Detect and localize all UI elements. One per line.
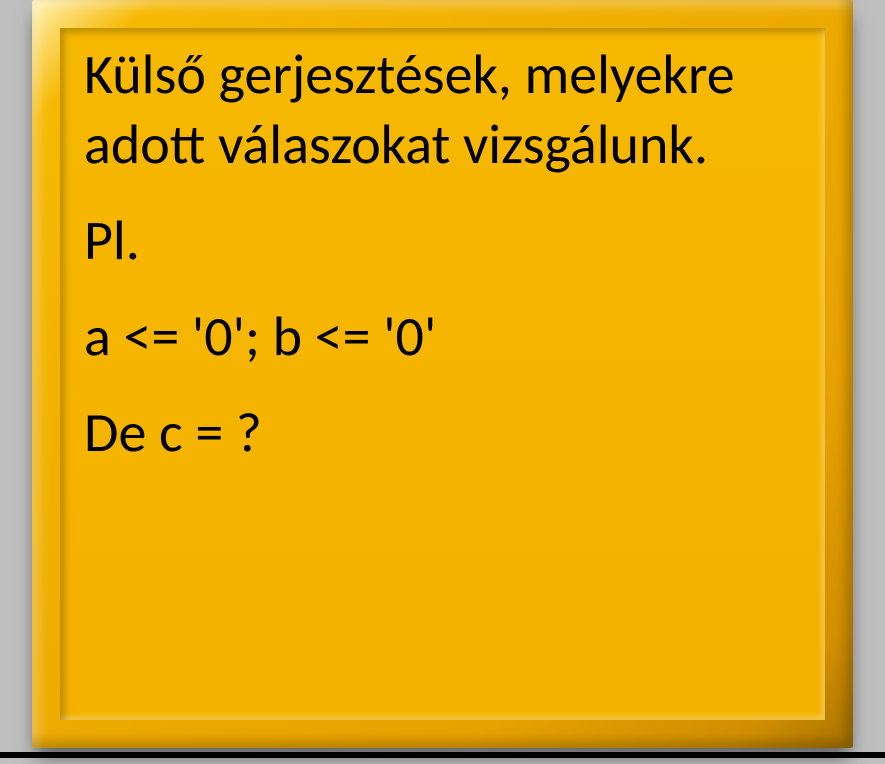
slide-content: Külső gerjesztések, melyekre adott válas… bbox=[84, 40, 805, 710]
slide-container: Külső gerjesztések, melyekre adott válas… bbox=[0, 0, 885, 758]
text-paragraph-2: Pl. bbox=[84, 206, 805, 276]
text-paragraph-4: De c = ? bbox=[84, 398, 805, 468]
text-paragraph-3: a <= '0'; b <= '0' bbox=[84, 302, 805, 372]
text-paragraph-1: Külső gerjesztések, melyekre adott válas… bbox=[84, 40, 805, 180]
bevel-panel: Külső gerjesztések, melyekre adott válas… bbox=[32, 0, 853, 748]
panel-inner: Külső gerjesztések, melyekre adott válas… bbox=[60, 28, 825, 720]
bottom-border bbox=[0, 752, 885, 758]
